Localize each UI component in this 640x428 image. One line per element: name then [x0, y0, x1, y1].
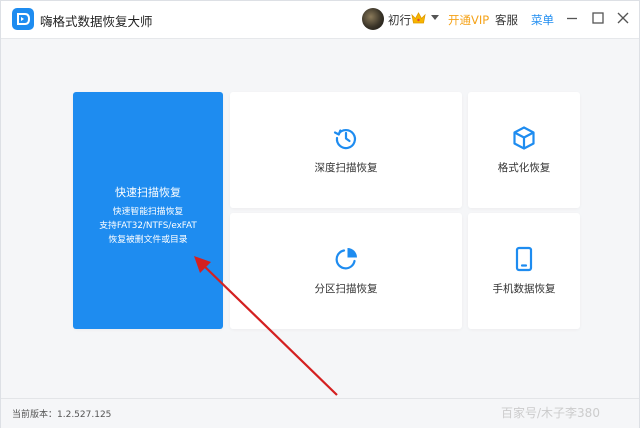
maximize-icon[interactable] — [590, 10, 606, 26]
history-icon — [333, 129, 357, 150]
quick-scan-card[interactable]: 快速扫描恢复 快速智能扫描恢复 支持FAT32/NTFS/exFAT 恢复被删文… — [73, 92, 223, 329]
format-recovery-card[interactable]: 格式化恢复 — [468, 92, 580, 208]
phone-recovery-label: 手机数据恢复 — [492, 283, 556, 295]
cube-icon — [513, 126, 535, 150]
phone-icon — [515, 246, 533, 272]
open-vip-link[interactable]: 开通VIP — [448, 12, 489, 28]
crown-icon — [411, 12, 426, 24]
version-text: 当前版本：1.2.527.125 — [12, 410, 112, 420]
pie-chart-icon — [335, 248, 357, 270]
title-bar: 嗨格式数据恢复大师 初行 开通VIP 客服 菜单 — [1, 1, 639, 39]
app-title: 嗨格式数据恢复大师 — [40, 14, 153, 29]
format-recovery-label: 格式化恢复 — [497, 162, 551, 174]
deep-scan-card[interactable]: 深度扫描恢复 — [230, 92, 462, 208]
quick-scan-desc-line1: 快速智能扫描恢复 — [112, 207, 184, 217]
app-window: 嗨格式数据恢复大师 初行 开通VIP 客服 菜单 快速扫描恢复 快速智能扫描恢复… — [0, 0, 640, 428]
quick-scan-desc-line3: 恢复被删文件或目录 — [108, 235, 188, 245]
app-logo-icon — [12, 8, 34, 30]
minimize-icon[interactable] — [564, 10, 580, 26]
watermark-text: 百家号/木子李380 — [501, 406, 600, 420]
deep-scan-label: 深度扫描恢复 — [314, 162, 378, 174]
menu-link[interactable]: 菜单 — [531, 12, 554, 28]
quick-scan-title: 快速扫描恢复 — [115, 186, 181, 199]
partition-scan-label: 分区扫描恢复 — [314, 283, 378, 295]
partition-scan-card[interactable]: 分区扫描恢复 — [230, 213, 462, 329]
quick-scan-desc-line2: 支持FAT32/NTFS/exFAT — [99, 221, 197, 231]
avatar[interactable] — [362, 8, 384, 30]
close-icon[interactable] — [615, 10, 631, 26]
phone-recovery-card[interactable]: 手机数据恢复 — [468, 213, 580, 329]
username[interactable]: 初行 — [388, 12, 411, 28]
customer-service-link[interactable]: 客服 — [495, 12, 518, 28]
chevron-down-icon[interactable] — [431, 15, 439, 20]
status-bar: 当前版本：1.2.527.125 百家号/木子李380 — [1, 398, 639, 428]
